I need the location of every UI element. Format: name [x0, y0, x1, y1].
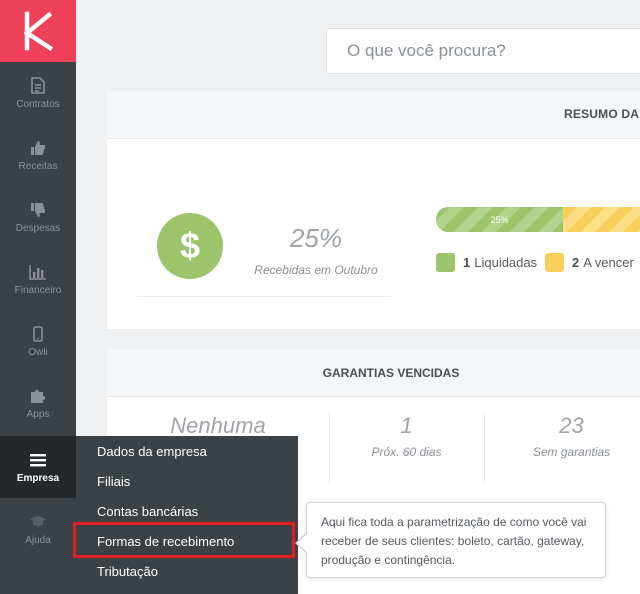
warranty-stat-value: 1: [400, 413, 413, 438]
sidebar-item-label: Receitas: [18, 160, 58, 172]
bar-chart-icon: [29, 263, 47, 281]
sidebar-item-label: Despesas: [15, 222, 61, 234]
legend-swatch-yellow: [545, 253, 564, 272]
warranty-stat-no-warranty: 23 Sem garantias: [484, 413, 640, 489]
summary-card: RESUMO DA $ 25% Recebidas em Outubro 25%…: [107, 91, 640, 329]
progress-bar-liquidated: 25%: [436, 207, 563, 232]
warranty-stat-value: 23: [559, 413, 584, 438]
dollar-icon: $: [157, 213, 223, 279]
summary-card-title: RESUMO DA: [564, 107, 640, 121]
tooltip-arrow-inner: [297, 533, 308, 553]
sidebar-item-apps[interactable]: Apps: [0, 372, 76, 434]
tooltip: Aqui fica toda a parametrização de como …: [306, 502, 606, 578]
menu-item-dados-empresa[interactable]: Dados da empresa: [97, 444, 207, 459]
sidebar-item-label: Ajuda: [25, 534, 51, 546]
empresa-dropdown-menu: Dados da empresa Filiais Contas bancária…: [76, 436, 298, 594]
legend-label: A vencer: [583, 255, 634, 270]
thumbs-down-icon: [29, 201, 47, 219]
document-icon: [29, 77, 47, 95]
sidebar-item-label: Empresa: [16, 472, 60, 484]
thumbs-up-icon: [29, 139, 47, 157]
menu-item-tributacao[interactable]: Tributação: [97, 564, 158, 579]
sidebar-item-financeiro[interactable]: Financeiro: [0, 248, 76, 310]
sidebar-item-empresa[interactable]: Empresa: [0, 436, 76, 498]
warranty-stat-label: Próx. 60 dias: [371, 445, 442, 459]
sidebar-item-label: Financeiro: [14, 284, 62, 296]
summary-card-header: [107, 91, 640, 139]
sidebar-item-contratos[interactable]: Contratos: [0, 62, 76, 124]
legend-swatch-green: [436, 253, 455, 272]
sidebar-item-label: Contratos: [16, 98, 60, 110]
menu-item-highlight: [73, 522, 295, 558]
received-stat: $ 25% Recebidas em Outubro: [137, 201, 391, 297]
warranties-card-title: GARANTIAS VENCIDAS: [322, 366, 460, 380]
puzzle-icon: [29, 387, 47, 405]
menu-icon: [29, 451, 47, 469]
sidebar-item-label: Apps: [26, 408, 50, 420]
warranty-stat-next-60: 1 Próx. 60 dias: [329, 413, 484, 489]
sidebar-item-despesas[interactable]: Despesas: [0, 186, 76, 248]
search-input[interactable]: O que você procura?: [326, 28, 640, 74]
legend-due: 2 A vencer: [545, 253, 634, 272]
progress-bar: 25%: [436, 207, 640, 232]
progress-bar-label: 25%: [490, 214, 509, 225]
legend-count: 2: [572, 255, 580, 270]
search-placeholder: O que você procura?: [347, 41, 506, 60]
sidebar-item-owli[interactable]: Owli: [0, 310, 76, 372]
sidebar-item-label: Owli: [28, 346, 48, 358]
sidebar: Contratos Receitas Despesas Financeiro O…: [0, 0, 76, 594]
received-percent-label: Recebidas em Outubro: [254, 263, 378, 277]
sidebar-item-ajuda[interactable]: Ajuda: [0, 498, 76, 560]
tooltip-text: Aqui fica toda a parametrização de como …: [321, 515, 587, 567]
legend-count: 1: [463, 255, 471, 270]
legend-liquidated: 1 Liquidadas: [436, 253, 537, 272]
menu-item-contas-bancarias[interactable]: Contas bancárias: [97, 504, 198, 519]
k-logo-icon[interactable]: [0, 0, 76, 62]
menu-item-filiais[interactable]: Filiais: [97, 474, 130, 489]
graduation-cap-icon: [29, 513, 47, 531]
legend-label: Liquidadas: [474, 255, 538, 270]
phone-icon: [29, 325, 47, 343]
received-percent: 25%: [289, 223, 343, 253]
progress-bar-due: [563, 207, 640, 232]
warranty-stat-label: Sem garantias: [532, 445, 611, 459]
sidebar-item-receitas[interactable]: Receitas: [0, 124, 76, 186]
